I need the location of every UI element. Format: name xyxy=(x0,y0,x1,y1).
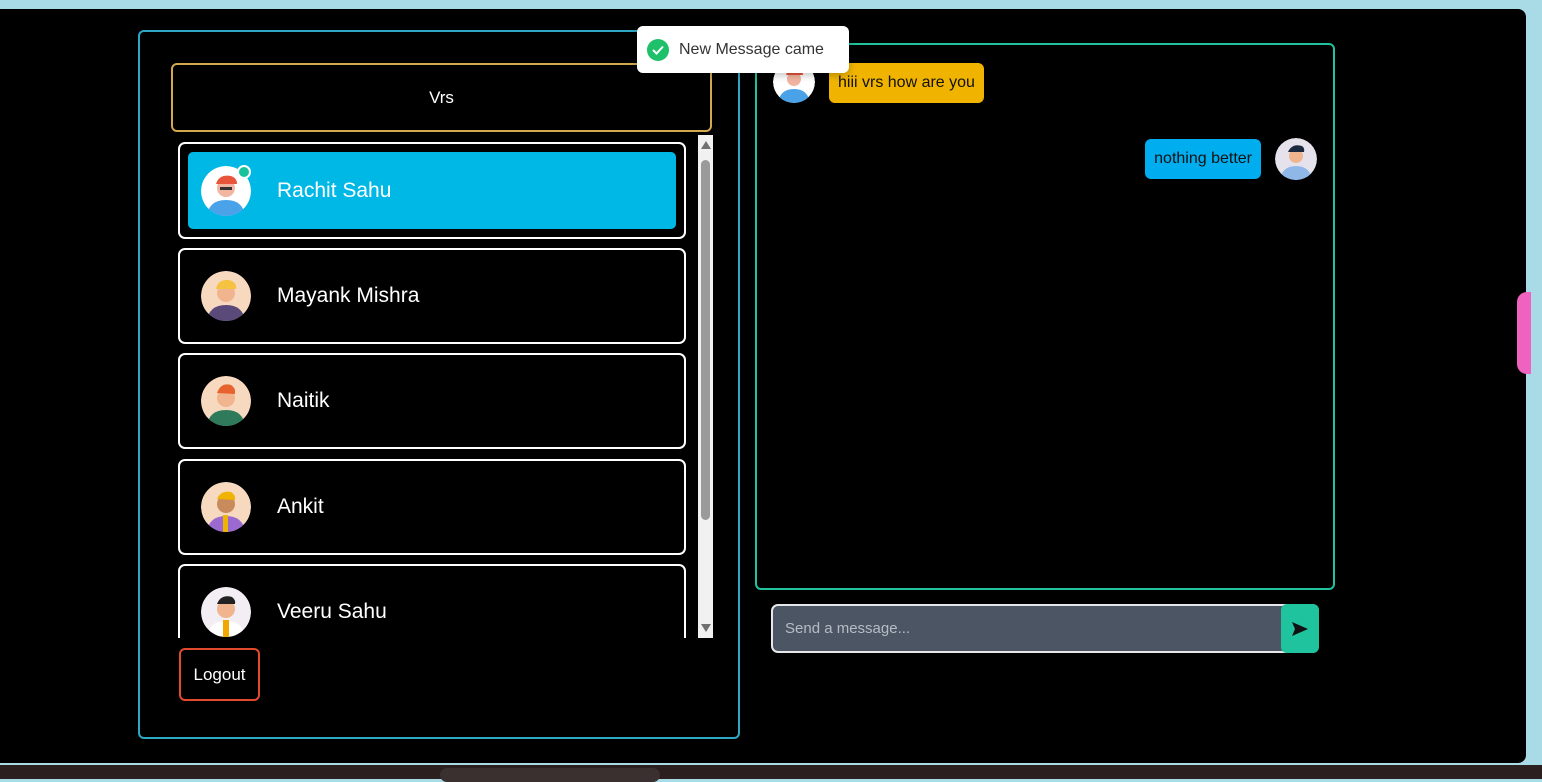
contact-name: Mayank Mishra xyxy=(277,284,420,307)
message-composer xyxy=(771,604,1319,653)
contact-item-naitik[interactable]: Naitik xyxy=(178,353,686,449)
contact-item-rachit-sahu[interactable]: Rachit Sahu xyxy=(178,142,686,239)
contact-item-ankit[interactable]: Ankit xyxy=(178,459,686,555)
contact-list-scrollbar[interactable] xyxy=(698,135,713,638)
contacts-panel: Vrs Rachit Sahu Mayank Mishra Naitik Ank… xyxy=(138,30,740,739)
online-status-indicator xyxy=(237,165,251,179)
message-bubble-sent: nothing better xyxy=(1145,139,1261,179)
scroll-up-icon[interactable] xyxy=(701,141,711,149)
taskbar-search[interactable] xyxy=(440,768,660,782)
message-input[interactable] xyxy=(773,606,1281,651)
own-avatar xyxy=(1275,138,1317,180)
avatar xyxy=(201,271,251,321)
scroll-down-icon[interactable] xyxy=(701,624,711,632)
notification-toast: New Message came xyxy=(637,26,849,73)
contact-name: Rachit Sahu xyxy=(277,178,392,202)
send-button[interactable] xyxy=(1281,604,1319,653)
message-bubble-received: hiii vrs how are you xyxy=(829,63,984,103)
avatar xyxy=(201,376,251,426)
contact-item-veeru-sahu[interactable]: Veeru Sahu xyxy=(178,564,686,638)
contact-name: Ankit xyxy=(277,495,324,518)
taskbar xyxy=(0,765,1542,782)
current-user-name: Vrs xyxy=(171,63,712,132)
scroll-thumb[interactable] xyxy=(701,160,710,520)
avatar xyxy=(201,587,251,637)
contact-name: Veeru Sahu xyxy=(277,600,387,623)
toast-message: New Message came xyxy=(679,40,824,58)
contact-list: Rachit Sahu Mayank Mishra Naitik Ankit V… xyxy=(178,142,688,638)
contact-name: Naitik xyxy=(277,389,330,412)
avatar xyxy=(201,482,251,532)
send-arrow-icon xyxy=(1292,621,1308,636)
side-handle[interactable] xyxy=(1517,292,1531,374)
contact-item-mayank-mishra[interactable]: Mayank Mishra xyxy=(178,248,686,344)
logout-button[interactable]: Logout xyxy=(179,648,260,701)
check-circle-icon xyxy=(647,38,669,61)
chat-panel: hiii vrs how are you nothing better xyxy=(755,43,1335,590)
